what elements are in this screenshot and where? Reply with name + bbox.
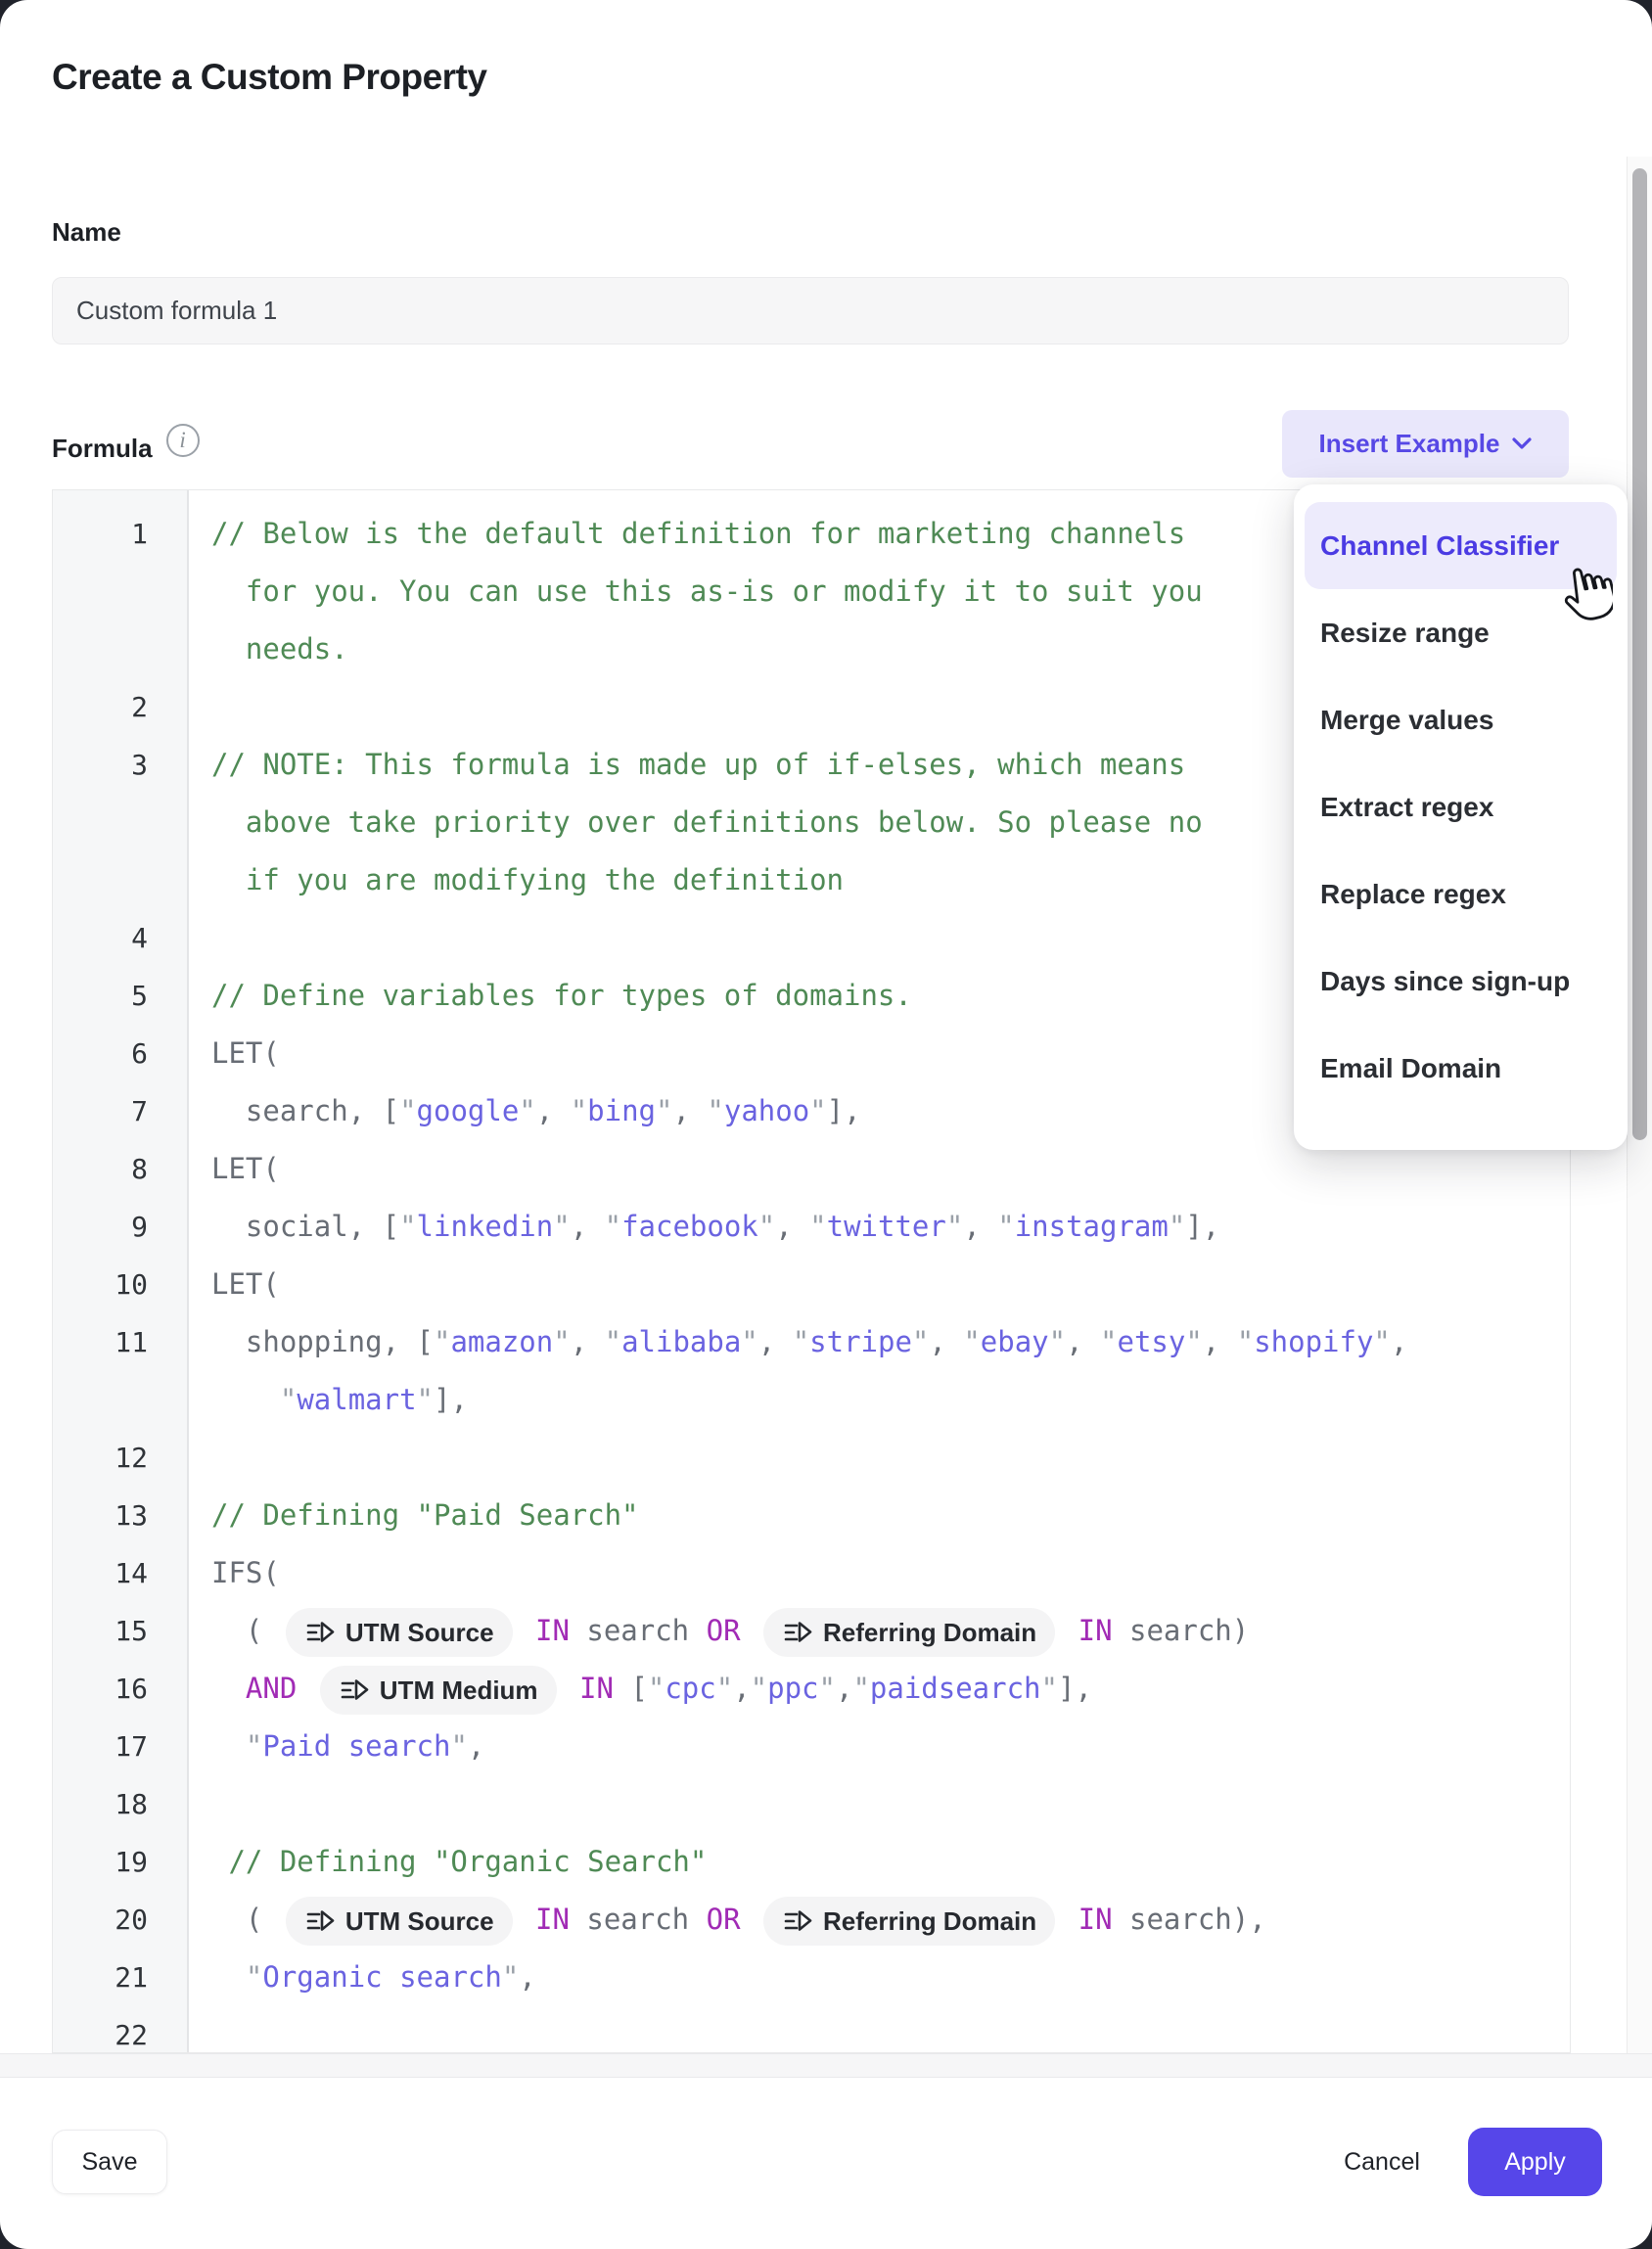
code-line[interactable]: 15 ( UTM Source IN search OR Referring D… — [53, 1602, 1570, 1660]
pointer-hand-cursor — [1560, 566, 1613, 622]
menu-item-replace-regex[interactable]: Replace regex — [1305, 850, 1617, 938]
line-number: 3 — [53, 736, 187, 794]
insert-field-icon — [782, 1906, 812, 1936]
horizontal-scrollbar-track — [0, 2053, 1652, 2078]
line-number: 17 — [53, 1718, 187, 1775]
line-number: 11 — [53, 1313, 187, 1371]
cancel-button[interactable]: Cancel — [1323, 2130, 1441, 2194]
field-chip-label: UTM Medium — [380, 1675, 538, 1706]
line-number: 10 — [53, 1256, 187, 1313]
line-number: 12 — [53, 1429, 187, 1487]
code-line[interactable]: 13// Defining "Paid Search" — [53, 1487, 1570, 1544]
vertical-scrollbar-thumb[interactable] — [1632, 168, 1647, 1140]
line-number: 5 — [53, 967, 187, 1025]
save-button[interactable]: Save — [52, 2130, 167, 2194]
code-line[interactable]: "walmart"], — [53, 1371, 1570, 1429]
field-chip-label: UTM Source — [345, 1618, 494, 1648]
code-line[interactable]: 14IFS( — [53, 1544, 1570, 1602]
insert-example-label: Insert Example — [1319, 429, 1500, 459]
info-icon[interactable]: i — [166, 424, 200, 457]
name-input[interactable] — [52, 277, 1569, 344]
apply-button[interactable]: Apply — [1468, 2128, 1602, 2196]
line-number: 16 — [53, 1660, 187, 1718]
line-number: 19 — [53, 1833, 187, 1891]
field-chip-label: Referring Domain — [823, 1618, 1036, 1648]
line-number: 8 — [53, 1140, 187, 1198]
line-number — [53, 794, 187, 851]
vertical-scrollbar-track — [1627, 157, 1652, 2077]
field-chip[interactable]: UTM Source — [286, 1608, 513, 1657]
field-chip-label: Referring Domain — [823, 1906, 1036, 1937]
name-label: Name — [52, 217, 121, 248]
insert-field-icon — [304, 1618, 335, 1647]
code-line[interactable]: 10LET( — [53, 1256, 1570, 1313]
line-number: 7 — [53, 1082, 187, 1140]
line-number: 18 — [53, 1775, 187, 1833]
insert-example-button[interactable]: Insert Example — [1282, 410, 1569, 478]
line-number — [53, 1371, 187, 1429]
line-number: 6 — [53, 1025, 187, 1082]
line-number: 9 — [53, 1198, 187, 1256]
insert-field-icon — [339, 1675, 369, 1705]
menu-item-merge-values[interactable]: Merge values — [1305, 676, 1617, 763]
code-line[interactable]: 19 // Defining "Organic Search" — [53, 1833, 1570, 1891]
insert-field-icon — [304, 1906, 335, 1936]
line-number: 13 — [53, 1487, 187, 1544]
create-custom-property-modal: Create a Custom Property Name Formula i … — [0, 0, 1652, 2249]
formula-label-row: Formula i — [52, 434, 200, 467]
line-number: 20 — [53, 1891, 187, 1949]
page-title: Create a Custom Property — [52, 57, 486, 98]
line-number: 4 — [53, 909, 187, 967]
line-number: 21 — [53, 1949, 187, 2006]
code-line[interactable]: 16 AND UTM Medium IN ["cpc","ppc","paids… — [53, 1660, 1570, 1718]
field-chip[interactable]: Referring Domain — [763, 1608, 1055, 1657]
code-line[interactable]: 12 — [53, 1429, 1570, 1487]
formula-label: Formula — [52, 434, 153, 464]
field-chip[interactable]: Referring Domain — [763, 1897, 1055, 1946]
menu-item-extract-regex[interactable]: Extract regex — [1305, 763, 1617, 850]
code-line[interactable]: 11 shopping, ["amazon", "alibaba", "stri… — [53, 1313, 1570, 1371]
menu-item-days-since-sign-up[interactable]: Days since sign-up — [1305, 938, 1617, 1025]
field-chip[interactable]: UTM Source — [286, 1897, 513, 1946]
code-line[interactable]: 17 "Paid search", — [53, 1718, 1570, 1775]
chevron-down-icon — [1512, 437, 1532, 450]
code-line[interactable]: 20 ( UTM Source IN search OR Referring D… — [53, 1891, 1570, 1949]
code-line[interactable]: 18 — [53, 1775, 1570, 1833]
line-number: 2 — [53, 678, 187, 736]
line-number — [53, 620, 187, 678]
field-chip[interactable]: UTM Medium — [320, 1666, 557, 1715]
line-number: 1 — [53, 505, 187, 563]
line-number: 15 — [53, 1602, 187, 1660]
code-line[interactable]: 9 social, ["linkedin", "facebook", "twit… — [53, 1198, 1570, 1256]
line-number — [53, 563, 187, 620]
code-line[interactable]: 21 "Organic search", — [53, 1949, 1570, 2006]
code-line[interactable]: 22 — [53, 2006, 1570, 2053]
menu-item-email-domain[interactable]: Email Domain — [1305, 1025, 1617, 1112]
insert-field-icon — [782, 1618, 812, 1647]
line-number: 14 — [53, 1544, 187, 1602]
field-chip-label: UTM Source — [345, 1906, 494, 1937]
line-number: 22 — [53, 2006, 187, 2053]
line-number — [53, 851, 187, 909]
